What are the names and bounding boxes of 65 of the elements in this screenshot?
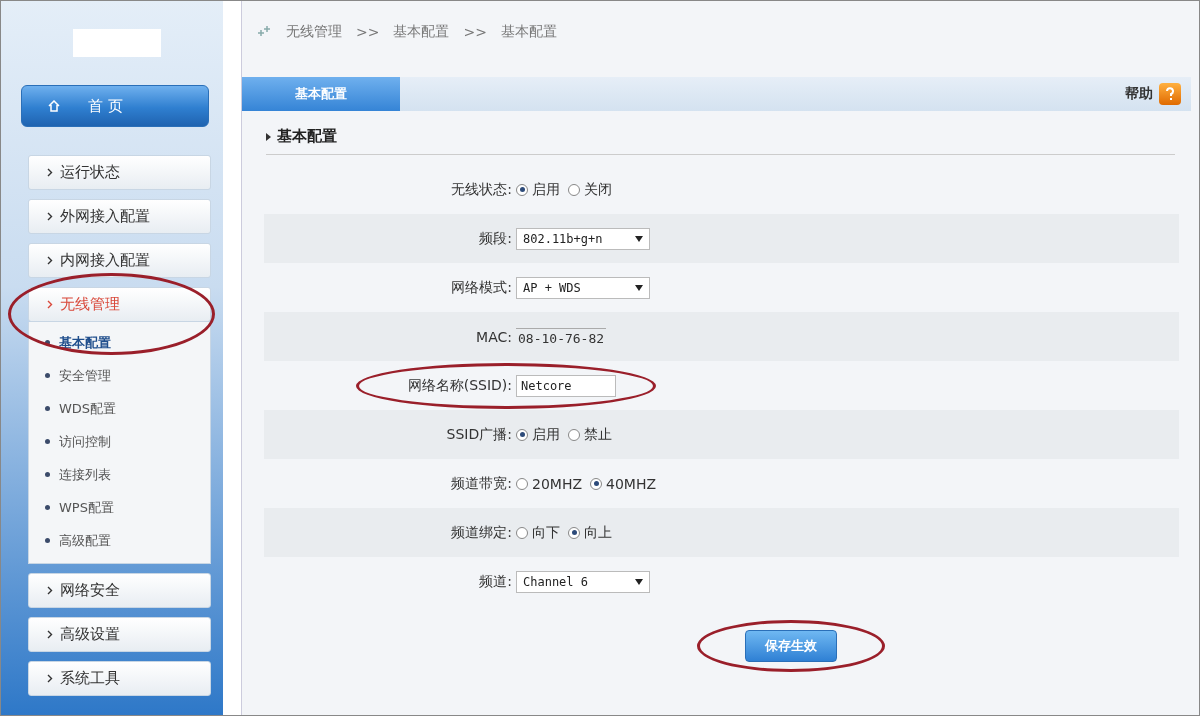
chevron-right-icon <box>47 630 53 639</box>
chevron-right-icon <box>47 256 53 265</box>
home-icon <box>48 100 60 112</box>
dropdown-arrow-icon <box>635 578 643 585</box>
submenu-item[interactable]: 基本配置 <box>45 326 210 359</box>
submenu-item[interactable]: 访问控制 <box>45 425 210 458</box>
radio-label: 禁止 <box>584 425 612 444</box>
home-button[interactable]: 首 页 <box>21 85 209 127</box>
dropdown-select[interactable]: Channel 6 <box>516 570 650 593</box>
field-label: 频段: <box>478 229 513 248</box>
radio-label: 启用 <box>532 180 560 199</box>
radio-label: 向下 <box>532 523 560 542</box>
section-title: 基本配置 <box>277 127 337 146</box>
chevron-right-icon <box>47 586 53 595</box>
breadcrumb-separator: >> <box>356 24 380 40</box>
radio-label: 向上 <box>584 523 612 542</box>
sidebar-menu-item[interactable]: 外网接入配置 <box>28 199 211 234</box>
field-label: 网络模式: <box>450 278 513 297</box>
breadcrumb-link[interactable]: 基本配置 <box>500 23 557 41</box>
help-icon[interactable] <box>1159 83 1181 105</box>
breadcrumb-link[interactable]: 无线管理 <box>286 23 342 41</box>
submenu-item[interactable]: 安全管理 <box>45 359 210 392</box>
bullet-arrow-icon <box>266 132 271 141</box>
field-label: 网络名称(SSID): <box>406 376 513 395</box>
radio-button[interactable] <box>590 477 602 490</box>
chevron-right-icon <box>47 674 53 683</box>
dropdown-arrow-icon <box>635 235 643 242</box>
sidebar-menu-item[interactable]: 内网接入配置 <box>28 243 211 278</box>
field-label: 频道: <box>478 572 513 591</box>
submenu-item[interactable]: 连接列表 <box>45 458 210 491</box>
submenu-item[interactable]: WDS配置 <box>45 392 210 425</box>
radio-label: 20MHZ <box>532 475 582 492</box>
sidebar-menu-item[interactable]: 运行状态 <box>28 155 211 190</box>
radio-button[interactable] <box>516 526 528 539</box>
chevron-right-icon <box>47 212 53 221</box>
sidebar-menu-item[interactable]: 高级设置 <box>28 617 211 652</box>
sidebar-menu-item[interactable]: 无线管理 <box>28 287 211 322</box>
sidebar-menu-item[interactable]: 网络安全 <box>28 573 211 608</box>
ssid-input-field[interactable]: Netcore <box>516 374 616 397</box>
breadcrumb-separator: >> <box>463 24 487 40</box>
field-label: MAC: <box>475 328 513 345</box>
sidebar-menu-item[interactable]: 系统工具 <box>28 661 211 696</box>
field-label: 无线状态: <box>450 180 513 199</box>
field-label: 频道绑定: <box>450 523 513 542</box>
radio-button[interactable] <box>568 428 580 441</box>
dropdown-select[interactable]: AP + WDS <box>516 276 650 299</box>
dropdown-select[interactable]: 802.11b+g+n <box>516 227 650 250</box>
radio-label: 关闭 <box>584 180 612 199</box>
submenu-item[interactable]: WPS配置 <box>45 491 210 524</box>
mac-address-text: 08-10-76-82 <box>516 327 607 346</box>
dropdown-arrow-icon <box>635 284 643 291</box>
radio-label: 40MHZ <box>606 475 657 492</box>
help-link[interactable]: 帮助 <box>1125 85 1153 103</box>
radio-button[interactable] <box>516 183 528 196</box>
breadcrumb-link[interactable]: 基本配置 <box>393 23 450 41</box>
radio-label: 启用 <box>532 425 560 444</box>
radio-button[interactable] <box>568 183 580 196</box>
radio-button[interactable] <box>568 526 580 539</box>
field-label: 频道带宽: <box>450 474 513 493</box>
radio-button[interactable] <box>516 428 528 441</box>
field-label: SSID广播: <box>445 425 513 444</box>
chevron-right-icon <box>47 300 53 309</box>
chevron-right-icon <box>47 168 53 177</box>
radio-button[interactable] <box>516 477 528 490</box>
submenu-item[interactable]: 高级配置 <box>45 524 210 557</box>
